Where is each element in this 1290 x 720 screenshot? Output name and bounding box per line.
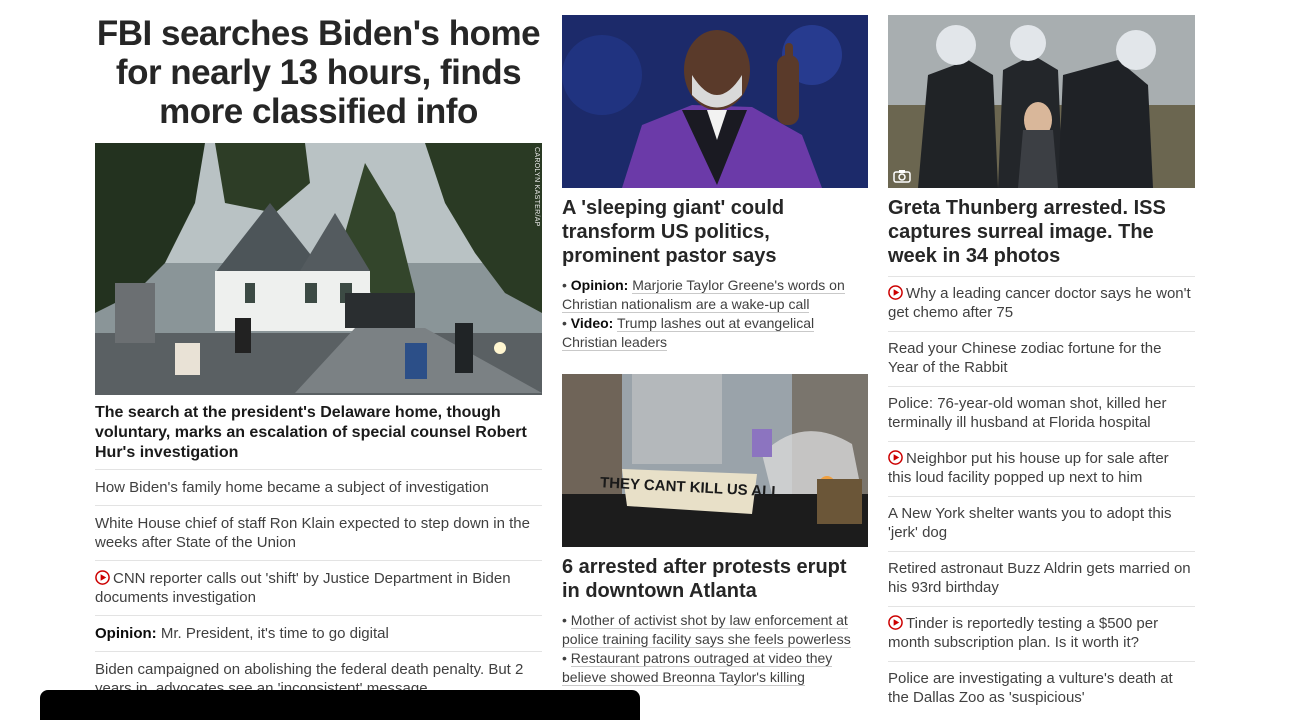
thunberg-image [888,15,1195,188]
list-item[interactable]: White House chief of staff Ron Klain exp… [95,505,542,560]
list-item[interactable]: • Mother of activist shot by law enforce… [562,611,868,649]
opinion-label: Opinion: [570,277,629,293]
gallery-headline: Greta Thunberg arrested. ISS captures su… [888,197,1166,267]
video-label: Video: [570,315,614,331]
biden-home-photo [95,143,542,395]
protest-photo[interactable]: THEY CANT KILL US ALL [562,374,868,547]
list-item[interactable]: Police: 76-year-old woman shot, killed h… [888,386,1195,441]
lead-photo[interactable]: CAROLYN KASTER/AP [95,143,542,395]
camera-icon [893,170,911,183]
list-item[interactable]: Retired astronaut Buzz Aldrin gets marri… [888,551,1195,606]
lead-headline: FBI searches Biden's home for nearly 13 … [96,14,541,131]
related-link[interactable]: Mr. President, it's time to go digital [161,625,389,642]
related-link[interactable]: Why a leading cancer doctor says he won'… [888,285,1191,321]
list-item[interactable]: • Video: Trump lashes out at evangelical… [562,314,868,352]
related-link[interactable]: Retired astronaut Buzz Aldrin gets marri… [888,560,1191,596]
list-item[interactable]: • Restaurant patrons outraged at video t… [562,649,868,687]
related-link[interactable]: Police are investigating a vulture's dea… [888,670,1173,706]
related-link[interactable]: Police: 76-year-old woman shot, killed h… [888,395,1166,431]
pastor-related-list: • Opinion: Marjorie Taylor Greene's word… [562,276,868,352]
related-link[interactable]: White House chief of staff Ron Klain exp… [95,515,530,551]
lead-subhead-link[interactable]: The search at the president's Delaware h… [95,403,542,463]
middle-column: A 'sleeping giant' could transform US po… [562,0,868,687]
related-link[interactable]: Neighbor put his house up for sale after… [888,450,1169,486]
thunberg-photo[interactable] [888,15,1195,188]
related-link[interactable]: Read your Chinese zodiac fortune for the… [888,340,1162,376]
pastor-headline-link[interactable]: A 'sleeping giant' could transform US po… [562,196,868,268]
related-link[interactable]: Mother of activist shot by law enforceme… [562,612,851,648]
related-link[interactable]: How Biden's family home became a subject… [95,479,489,496]
atlanta-headline-link[interactable]: 6 arrested after protests erupt in downt… [562,555,868,603]
list-item[interactable]: Tinder is reportedly testing a $500 per … [888,606,1195,661]
lead-column: FBI searches Biden's home for nearly 13 … [95,0,542,706]
related-link[interactable]: CNN reporter calls out 'shift' by Justic… [95,570,511,606]
play-icon [888,285,903,300]
atlanta-headline: 6 arrested after protests erupt in downt… [562,556,847,602]
pastor-headline: A 'sleeping giant' could transform US po… [562,197,785,267]
list-item[interactable]: CNN reporter calls out 'shift' by Justic… [95,560,542,615]
list-item[interactable]: Opinion: Mr. President, it's time to go … [95,615,542,651]
related-link[interactable]: A New York shelter wants you to adopt th… [888,505,1172,541]
pastor-image [562,15,868,188]
right-column: Greta Thunberg arrested. ISS captures su… [888,0,1195,716]
right-list: Why a leading cancer doctor says he won'… [888,276,1195,716]
photo-credit: CAROLYN KASTER/AP [533,147,540,227]
pastor-photo[interactable] [562,15,868,188]
list-item[interactable]: How Biden's family home became a subject… [95,469,542,505]
gallery-headline-link[interactable]: Greta Thunberg arrested. ISS captures su… [888,196,1195,268]
opinion-label: Opinion: [95,625,157,642]
related-link[interactable]: Tinder is reportedly testing a $500 per … [888,615,1158,651]
related-link[interactable]: Restaurant patrons outraged at video the… [562,650,833,686]
play-icon [888,615,903,630]
list-item[interactable]: Why a leading cancer doctor says he won'… [888,276,1195,331]
list-item[interactable]: • Opinion: Marjorie Taylor Greene's word… [562,276,868,314]
list-item[interactable]: Neighbor put his house up for sale after… [888,441,1195,496]
bottom-overlay-bar[interactable] [40,690,640,720]
lead-subhead: The search at the president's Delaware h… [95,404,527,461]
lead-headline-link[interactable]: FBI searches Biden's home for nearly 13 … [95,14,542,131]
play-icon [888,450,903,465]
atlanta-related-list: • Mother of activist shot by law enforce… [562,611,868,687]
play-icon [95,570,110,585]
list-item[interactable]: Read your Chinese zodiac fortune for the… [888,331,1195,386]
protest-image: THEY CANT KILL US ALL [562,374,868,547]
list-item[interactable]: A New York shelter wants you to adopt th… [888,496,1195,551]
lead-related-list: How Biden's family home became a subject… [95,469,542,706]
